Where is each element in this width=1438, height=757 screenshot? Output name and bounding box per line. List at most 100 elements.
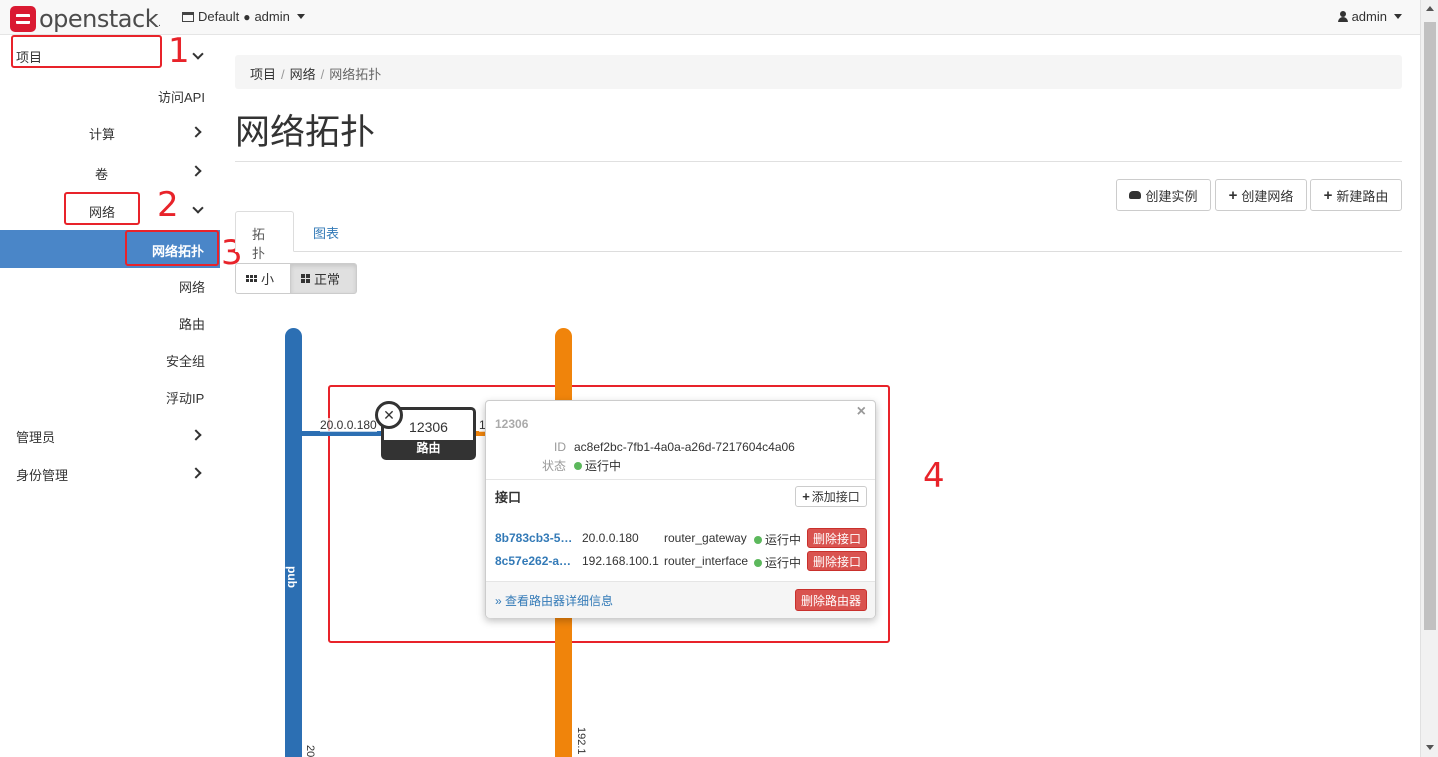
interface-ip: 192.168.100.1	[582, 554, 659, 568]
id-label: ID	[554, 440, 566, 454]
tab-graph[interactable]: 图表	[297, 211, 355, 252]
router-type-label: 路由	[384, 440, 473, 457]
breadcrumb-separator: /	[281, 67, 285, 82]
window-icon	[182, 11, 194, 22]
delete-interface-button[interactable]: 删除接口	[807, 528, 867, 548]
project-domain: Default	[198, 9, 240, 24]
openstack-logo-icon	[10, 6, 36, 32]
breadcrumb: 项目 / 网络 / 网络拓扑	[235, 55, 1402, 89]
interface-type: router_gateway	[664, 531, 747, 545]
breadcrumb-item-current: 网络拓扑	[329, 67, 382, 82]
chevron-right-icon[interactable]	[190, 126, 202, 138]
breadcrumb-item[interactable]: 网络	[290, 67, 316, 82]
sidebar-item-floating-ip[interactable]: 浮动IP	[166, 388, 204, 407]
id-value: ac8ef2bc-7fb1-4a0a-a26d-7217604c4a06	[574, 440, 795, 454]
router-details-link[interactable]: » 查看路由器详细信息	[495, 592, 613, 609]
popup-title: 12306	[495, 417, 529, 431]
delete-interface-button[interactable]: 删除接口	[807, 551, 867, 571]
openstack-logo[interactable]: openstack .	[10, 5, 161, 33]
scroll-thumb[interactable]	[1424, 22, 1436, 630]
sidebar-item-networks[interactable]: 网络	[179, 277, 205, 296]
network-cidr-label: 192.1	[575, 727, 587, 755]
create-network-button[interactable]: + 创建网络	[1215, 179, 1307, 211]
create-router-button[interactable]: + 新建路由	[1310, 179, 1402, 211]
breadcrumb-separator: /	[320, 67, 325, 82]
status-label: 状态	[541, 459, 566, 473]
status-value: 运行中	[574, 457, 621, 474]
cloud-upload-icon	[1129, 191, 1142, 199]
plus-icon: +	[802, 489, 810, 504]
toggle-label: 小	[261, 272, 275, 287]
breadcrumb-item[interactable]: 项目	[250, 67, 276, 82]
delete-router-button[interactable]: 删除路由器	[795, 589, 867, 611]
user-icon	[1337, 11, 1348, 22]
interface-id-link[interactable]: 8b783cb3-5…	[495, 531, 572, 545]
small-size-toggle[interactable]: 小	[235, 263, 291, 294]
button-label: 创建实例	[1145, 188, 1198, 204]
sidebar-item-volume[interactable]: 卷	[95, 164, 108, 183]
view-tabs: 拓扑 图表	[235, 211, 1402, 261]
project-selector[interactable]: Default ● admin	[182, 9, 305, 24]
annotation-number-4: 4	[923, 456, 945, 496]
annotation-box-1	[11, 35, 162, 68]
create-instance-button[interactable]: 创建实例	[1116, 179, 1211, 211]
network-cidr-label: 20	[304, 745, 316, 757]
interface-type: router_interface	[664, 554, 749, 568]
interface-status: 运行中	[754, 531, 801, 548]
interface-status: 运行中	[754, 554, 801, 571]
chevron-down-icon[interactable]	[192, 48, 204, 60]
button-label: 添加接口	[811, 490, 860, 504]
link-ip-label: 20.0.0.180	[320, 418, 377, 432]
interfaces-heading: 接口	[495, 490, 522, 505]
sidebar-item-identity[interactable]: 身份管理	[16, 465, 68, 484]
button-label: 创建网络	[1241, 188, 1294, 204]
scroll-down-arrow-icon[interactable]	[1426, 745, 1434, 750]
logo-dot: .	[158, 18, 161, 29]
logo-text: openstack	[39, 5, 159, 33]
status-dot-icon	[754, 536, 762, 544]
router-detail-popup: × 12306 ID ac8ef2bc-7fb1-4a0a-a26d-72176…	[485, 400, 876, 618]
network-bar-pub[interactable]	[285, 328, 302, 757]
large-grid-icon	[301, 274, 310, 283]
caret-down-icon	[296, 14, 305, 19]
popup-footer: » 查看路由器详细信息 删除路由器	[486, 581, 875, 618]
annotation-number-1: 1	[168, 31, 190, 71]
chevron-right-icon[interactable]	[190, 429, 202, 441]
sidebar: 项目 访问API 计算 卷 网络 网络拓扑 网络 路由 安全组 浮动IP 管理员…	[0, 35, 220, 757]
add-interface-button[interactable]: + 添加接口	[795, 486, 867, 507]
annotation-box-2	[64, 192, 140, 225]
chevron-right-icon[interactable]	[190, 467, 202, 479]
project-name: admin	[254, 9, 290, 24]
router-icon: ✕	[375, 401, 403, 429]
caret-down-icon	[1394, 14, 1402, 19]
status-dot-icon	[754, 559, 762, 567]
plus-icon: +	[1323, 186, 1333, 204]
close-icon[interactable]: ×	[857, 403, 866, 421]
toggle-label: 正常	[314, 272, 341, 287]
network-label: pub	[285, 566, 299, 588]
page-scrollbar[interactable]	[1420, 0, 1438, 757]
sidebar-item-admin[interactable]: 管理员	[16, 427, 55, 446]
sidebar-item-compute[interactable]: 计算	[89, 124, 115, 143]
top-navbar: openstack . Default ● admin admin	[0, 0, 1420, 35]
sidebar-item-security-groups[interactable]: 安全组	[166, 351, 205, 370]
sidebar-item-routers[interactable]: 路由	[179, 314, 205, 333]
tab-topology[interactable]: 拓扑	[235, 211, 294, 261]
user-name: admin	[1351, 9, 1387, 24]
divider	[486, 479, 875, 480]
status-dot-icon	[574, 462, 582, 470]
sidebar-item-access-api[interactable]: 访问API	[158, 87, 205, 106]
normal-size-toggle[interactable]: 正常	[290, 263, 357, 294]
bullet-icon: ●	[243, 9, 251, 24]
plus-icon: +	[1228, 186, 1238, 204]
chevron-down-icon[interactable]	[192, 202, 204, 214]
annotation-number-2: 2	[157, 185, 179, 225]
button-label: 新建路由	[1336, 188, 1389, 204]
user-menu[interactable]: admin	[1337, 9, 1402, 24]
chevron-right-icon[interactable]	[190, 165, 202, 177]
scroll-up-arrow-icon[interactable]	[1426, 6, 1434, 11]
interface-id-link[interactable]: 8c57e262-a…	[495, 554, 571, 568]
page-title: 网络拓扑	[235, 113, 376, 152]
interface-ip: 20.0.0.180	[582, 531, 639, 545]
annotation-box-3	[125, 230, 219, 266]
